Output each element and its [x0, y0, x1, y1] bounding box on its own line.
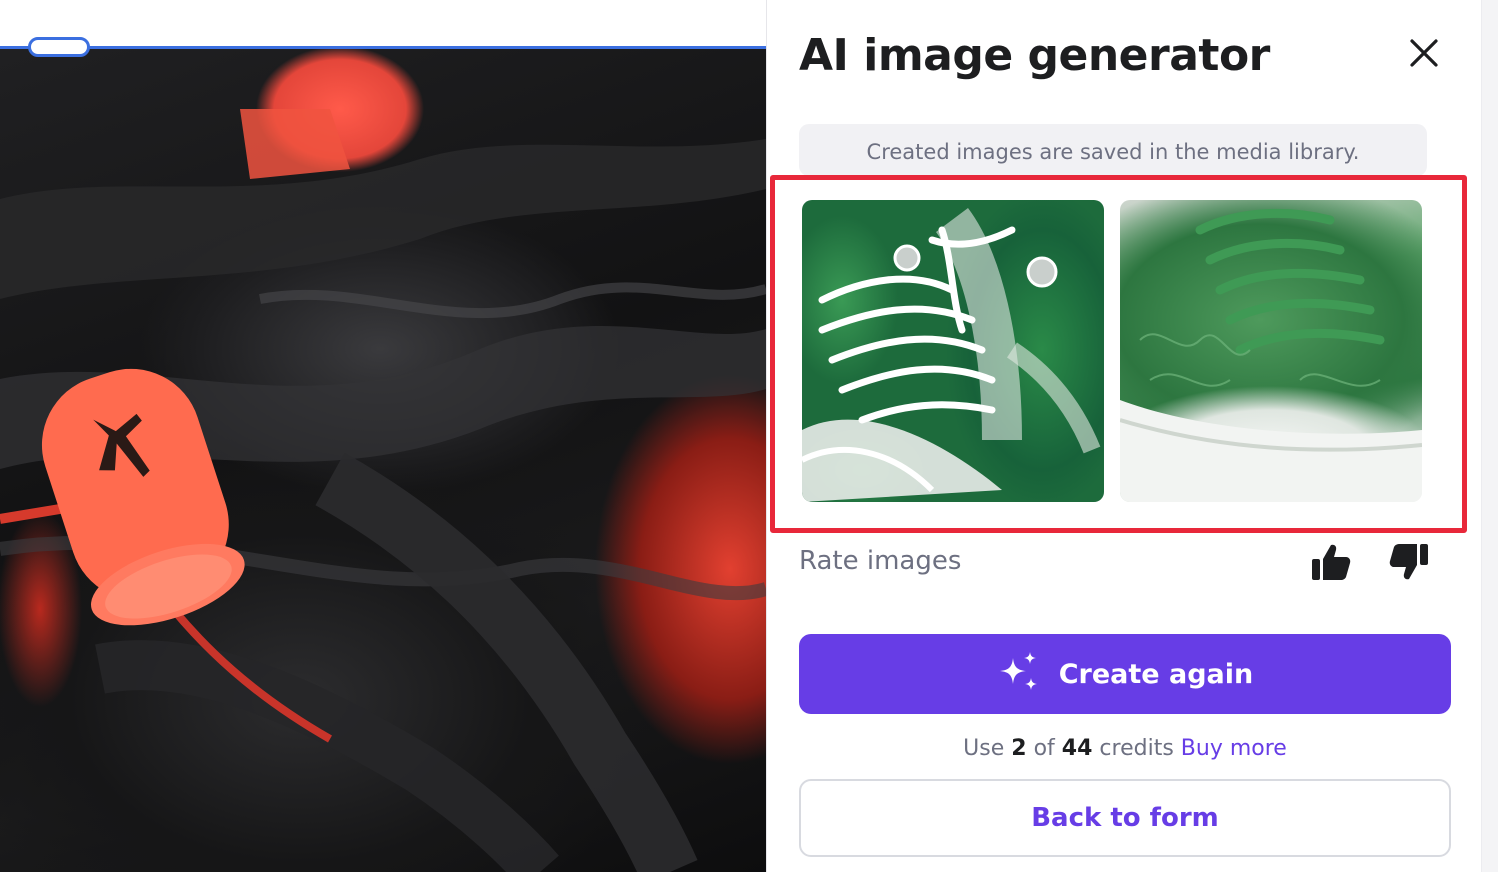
buy-more-link[interactable]: Buy more — [1181, 736, 1287, 761]
thumbs-up-icon[interactable] — [1309, 540, 1353, 584]
background-photo[interactable] — [0, 49, 766, 872]
generated-image-2[interactable] — [1120, 200, 1422, 502]
editor-canvas[interactable] — [0, 0, 766, 872]
credits-info: Use 2 of 44 credits Buy more — [767, 736, 1483, 761]
thumbs-down-icon[interactable] — [1387, 540, 1431, 584]
selection-outline — [0, 46, 766, 49]
panel-title: AI image generator — [799, 30, 1270, 81]
back-to-form-label: Back to form — [1031, 803, 1219, 833]
create-again-button[interactable]: Create again — [799, 634, 1451, 714]
credits-unit: credits — [1099, 736, 1174, 761]
credits-of: of — [1033, 736, 1055, 761]
credits-total: 44 — [1061, 736, 1093, 761]
close-icon[interactable] — [1407, 36, 1441, 70]
generated-image-1[interactable] — [802, 200, 1104, 502]
resize-handle[interactable] — [28, 37, 90, 57]
rate-images-label: Rate images — [799, 546, 962, 576]
sparkles-icon — [997, 650, 1041, 698]
credits-use: Use — [963, 736, 1005, 761]
canvas-top-area — [0, 0, 766, 47]
back-to-form-button[interactable]: Back to form — [799, 779, 1451, 857]
media-library-note: Created images are saved in the media li… — [799, 124, 1427, 176]
right-gutter — [1482, 0, 1498, 872]
create-again-label: Create again — [1058, 658, 1254, 690]
credits-amount: 2 — [1011, 736, 1027, 761]
